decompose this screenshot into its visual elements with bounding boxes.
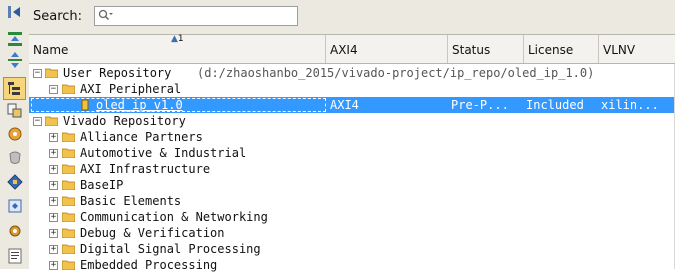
folder-icon	[62, 132, 75, 142]
folder-open-icon	[62, 84, 75, 94]
expand-icon[interactable]: +	[49, 149, 58, 158]
column-header-vlnv[interactable]: VLNV	[599, 35, 675, 63]
tree-row-user-repository[interactable]: − User Repository (d:/zhaoshanbo_2015/vi…	[29, 65, 675, 81]
expand-icon[interactable]: +	[49, 213, 58, 222]
tree-label: Digital Signal Processing	[80, 242, 261, 256]
repository-path: (d:/zhaoshanbo_2015/vivado-project/ip_re…	[197, 66, 595, 80]
settings-icon[interactable]	[5, 221, 25, 241]
table-header: Name ▲1 AXI4 Status License VLNV	[29, 34, 675, 64]
search-icon[interactable]	[98, 9, 114, 26]
tree-label: Debug & Verification	[80, 226, 225, 240]
expand-icon[interactable]: +	[49, 165, 58, 174]
tree-row-oled-ip-selected[interactable]: oled_ip_v1.0 AXI4 Pre-P... Included xili…	[29, 97, 675, 113]
tree-label: BaseIP	[80, 178, 124, 192]
cell-axi4: AXI4	[330, 98, 359, 112]
expand-icon[interactable]: +	[49, 229, 58, 238]
ip-name: oled_ip_v1.0	[96, 98, 183, 112]
ip-catalog-table: Name ▲1 AXI4 Status License VLNV − User …	[29, 34, 675, 272]
tree-row-category[interactable]: + Communication & Networking	[29, 209, 675, 225]
expand-icon[interactable]: +	[49, 181, 58, 190]
expand-icon[interactable]: +	[49, 197, 58, 206]
search-field[interactable]	[94, 6, 298, 26]
expand-icon[interactable]: +	[49, 245, 58, 254]
cell-license: Included	[526, 98, 584, 112]
folder-icon	[62, 148, 75, 158]
tree-label: User Repository	[63, 66, 172, 80]
expand-all-icon[interactable]	[5, 50, 25, 70]
tree-label: Communication & Networking	[80, 210, 268, 224]
tree-row-category[interactable]: + Basic Elements	[29, 193, 675, 209]
folder-open-icon	[45, 68, 58, 78]
folder-icon	[62, 228, 75, 238]
search-input[interactable]	[115, 8, 297, 25]
folder-icon	[62, 164, 75, 174]
tree-row-category[interactable]: + Debug & Verification	[29, 225, 675, 241]
column-header-status[interactable]: Status	[448, 35, 524, 63]
tree-row-category[interactable]: + Automotive & Industrial	[29, 145, 675, 161]
column-header-axi4[interactable]: AXI4	[326, 35, 448, 63]
folder-icon	[62, 244, 75, 254]
tree-row-category[interactable]: + BaseIP	[29, 177, 675, 193]
cell-status: Pre-P...	[451, 98, 509, 112]
tree-label: Alliance Partners	[80, 130, 203, 144]
hierarchy-icon[interactable]	[3, 77, 26, 100]
tree-label: Automotive & Industrial	[80, 146, 247, 160]
column-header-license[interactable]: License	[524, 35, 599, 63]
toolbar	[0, 0, 30, 269]
collapse-icon[interactable]: −	[33, 69, 42, 78]
toggle-panel-icon[interactable]	[5, 2, 25, 22]
tree-row-category[interactable]: + Digital Signal Processing	[29, 241, 675, 257]
tree-label: AXI Infrastructure	[80, 162, 211, 176]
tree-row-vivado-repository[interactable]: − Vivado Repository	[29, 113, 675, 129]
compatibility-icon[interactable]	[5, 124, 25, 144]
flat-view-icon[interactable]	[5, 101, 25, 121]
tree-row-category[interactable]: + Embedded Processing	[29, 257, 675, 273]
ip-details-icon[interactable]	[5, 172, 25, 192]
ip-info-icon[interactable]	[5, 246, 25, 266]
collapse-all-icon[interactable]	[5, 29, 25, 49]
folder-icon	[62, 212, 75, 222]
search-bar: Search:	[29, 0, 675, 34]
dependency-icon[interactable]	[5, 148, 25, 168]
folder-icon	[62, 180, 75, 190]
expand-icon[interactable]: +	[49, 133, 58, 142]
cell-vlnv: xilin...	[601, 98, 659, 112]
tree-label: Basic Elements	[80, 194, 182, 208]
tree-label: Embedded Processing	[80, 258, 218, 272]
collapse-icon[interactable]: −	[49, 85, 58, 94]
collapse-icon[interactable]: −	[33, 117, 42, 126]
folder-open-icon	[45, 116, 58, 126]
tree-label: Vivado Repository	[63, 114, 186, 128]
tree-row-category[interactable]: + Alliance Partners	[29, 129, 675, 145]
folder-icon	[62, 196, 75, 206]
customize-ip-icon[interactable]	[5, 196, 25, 216]
tree-label: AXI Peripheral	[80, 82, 182, 96]
sort-ascending-icon: ▲	[171, 34, 178, 44]
tree-row-category[interactable]: + AXI Infrastructure	[29, 161, 675, 177]
search-label: Search:	[33, 9, 83, 24]
tree-row-axi-peripheral[interactable]: − AXI Peripheral	[29, 81, 675, 97]
sort-indicator: ▲1	[171, 34, 184, 44]
